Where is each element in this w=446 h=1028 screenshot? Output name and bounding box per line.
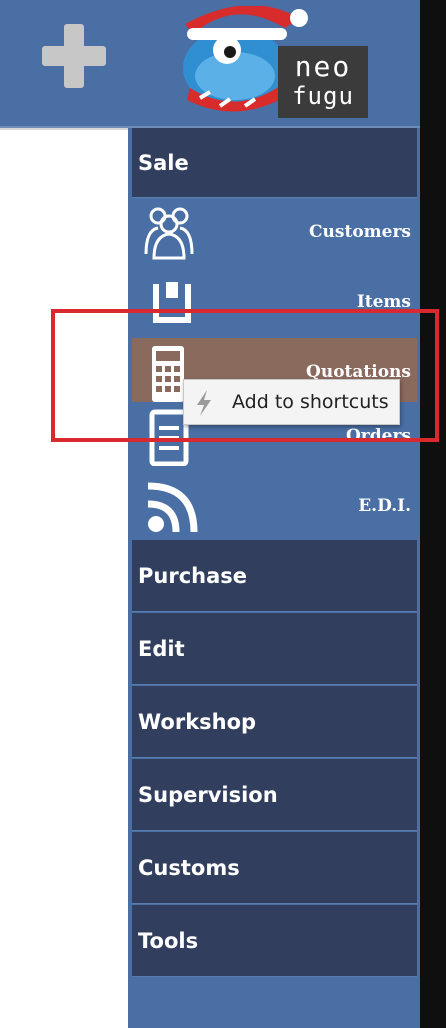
sidebar-item-label: Orders: [346, 426, 411, 446]
bolt-icon: [197, 390, 211, 416]
menu-purchase[interactable]: Purchase: [132, 540, 417, 612]
sidebar-item-label: Items: [356, 292, 411, 312]
menu-supervision[interactable]: Supervision: [132, 759, 417, 831]
sidebar-item-items[interactable]: Items: [132, 268, 417, 338]
menu-customs-label: Customs: [138, 855, 240, 880]
menu-edit[interactable]: Edit: [132, 613, 417, 685]
sidebar-item-customers[interactable]: Customers: [132, 198, 417, 268]
sidebar-item-label: E.D.I.: [358, 496, 411, 516]
menu-purchase-label: Purchase: [138, 563, 248, 588]
menu-tools[interactable]: Tools: [132, 905, 417, 977]
logo-line2: fugu: [292, 82, 354, 110]
menu-workshop-label: Workshop: [138, 709, 257, 734]
window-edge: [420, 0, 446, 1028]
content-divider: [0, 128, 128, 130]
add-to-shortcuts-label: Add to shortcuts: [232, 391, 389, 413]
logo-line1: neo: [294, 50, 352, 83]
content-pane: [0, 128, 128, 1028]
menu-customs[interactable]: Customs: [132, 832, 417, 904]
add-to-shortcuts-item[interactable]: Add to shortcuts: [184, 380, 399, 424]
menu-edit-label: Edit: [138, 636, 185, 661]
top-bar: neo fugu: [0, 0, 420, 128]
menu-workshop[interactable]: Workshop: [132, 686, 417, 758]
menu-sale-label: Sale: [138, 150, 189, 175]
neofugu-wordmark: neo fugu: [278, 46, 368, 118]
menu-supervision-label: Supervision: [138, 782, 278, 807]
sidebar-item-edi[interactable]: E.D.I.: [132, 472, 417, 542]
rss-icon: [147, 482, 198, 533]
customers-icon: [144, 207, 194, 260]
items-icon: [153, 282, 191, 323]
sidebar-item-label: Customers: [309, 222, 411, 242]
menu-tools-label: Tools: [138, 928, 199, 953]
context-menu: Add to shortcuts: [183, 379, 400, 425]
add-icon[interactable]: [42, 24, 106, 88]
menu-sale[interactable]: Sale: [132, 128, 417, 198]
